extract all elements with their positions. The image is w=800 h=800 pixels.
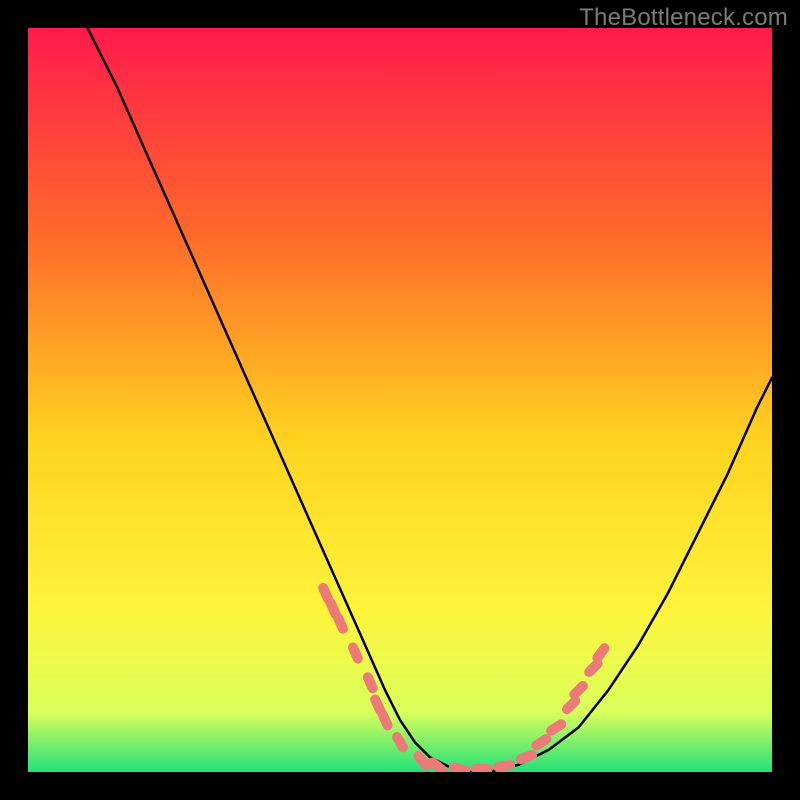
curve-marker xyxy=(471,764,493,772)
curve-marker xyxy=(376,708,394,732)
chart-frame: TheBottleneck.com xyxy=(0,0,800,800)
curve-marker xyxy=(514,749,538,766)
plot-area xyxy=(28,28,772,772)
bottleneck-curve xyxy=(28,28,772,772)
curve-marker xyxy=(346,641,364,665)
curve-marker xyxy=(361,671,379,695)
curve-marker xyxy=(448,761,472,772)
curve-marker xyxy=(493,759,516,772)
curve-path xyxy=(88,28,773,772)
curve-marker xyxy=(390,730,410,754)
curve-marker xyxy=(331,611,349,635)
